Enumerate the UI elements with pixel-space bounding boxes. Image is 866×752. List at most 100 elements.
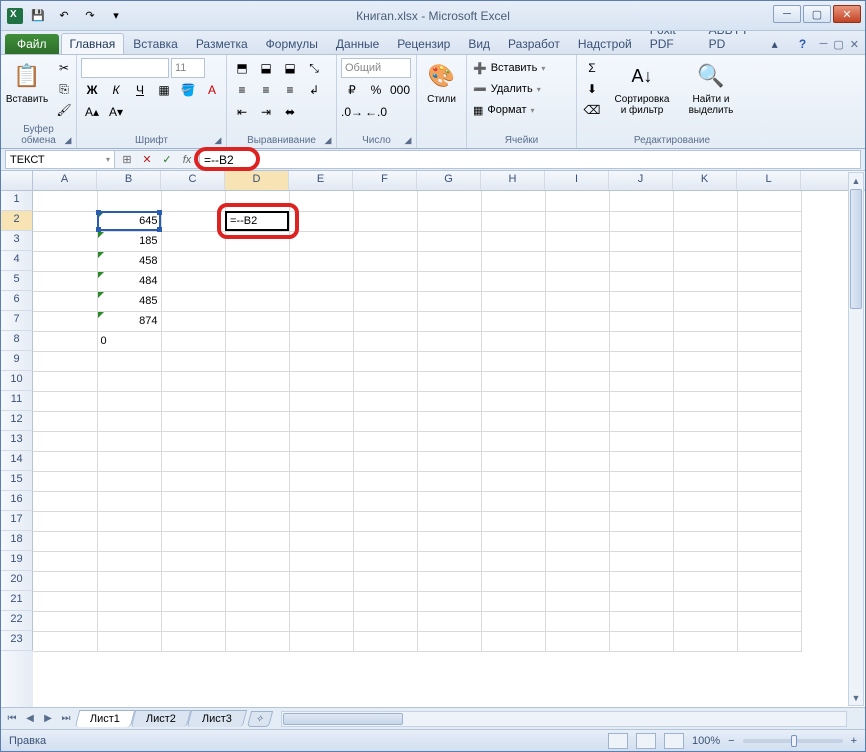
cell[interactable] xyxy=(33,531,97,551)
cell[interactable] xyxy=(161,291,225,311)
cell[interactable] xyxy=(737,271,801,291)
sheet-tab-1[interactable]: Лист1 xyxy=(75,710,136,727)
cell[interactable] xyxy=(97,371,161,391)
cell[interactable] xyxy=(225,331,289,351)
align-right-button[interactable]: ≡ xyxy=(279,80,301,100)
cell[interactable] xyxy=(673,351,737,371)
cell[interactable] xyxy=(225,511,289,531)
cell[interactable] xyxy=(481,391,545,411)
vscroll-up[interactable]: ▲ xyxy=(849,173,863,188)
cell[interactable] xyxy=(161,371,225,391)
bold-button[interactable]: Ж xyxy=(81,80,103,100)
font-dialog-launcher[interactable]: ◢ xyxy=(212,134,224,146)
underline-button[interactable]: Ч xyxy=(129,80,151,100)
tab-insert[interactable]: Вставка xyxy=(124,33,187,54)
doc-close-icon[interactable]: ✕ xyxy=(850,38,859,51)
cell[interactable] xyxy=(225,531,289,551)
row-header-7[interactable]: 7 xyxy=(1,311,33,331)
cell[interactable] xyxy=(417,211,481,231)
cell[interactable] xyxy=(33,571,97,591)
cell[interactable] xyxy=(737,471,801,491)
cell[interactable] xyxy=(353,611,417,631)
row-header-10[interactable]: 10 xyxy=(1,371,33,391)
col-header-h[interactable]: H xyxy=(481,171,545,190)
cell[interactable] xyxy=(673,311,737,331)
cell[interactable] xyxy=(737,431,801,451)
cell[interactable] xyxy=(289,291,353,311)
cell[interactable] xyxy=(161,251,225,271)
col-header-j[interactable]: J xyxy=(609,171,673,190)
cell[interactable] xyxy=(225,371,289,391)
cell[interactable] xyxy=(225,251,289,271)
increase-font-button[interactable]: A▴ xyxy=(81,102,103,122)
sheet-nav-prev[interactable]: ◀ xyxy=(21,710,39,728)
cell[interactable] xyxy=(289,191,353,211)
cell[interactable] xyxy=(33,231,97,251)
row-header-15[interactable]: 15 xyxy=(1,471,33,491)
cells-area[interactable]: 6451854584844858740 =--B2 xyxy=(33,191,865,707)
cell[interactable] xyxy=(417,471,481,491)
cell[interactable] xyxy=(673,291,737,311)
cell[interactable] xyxy=(161,611,225,631)
cell[interactable] xyxy=(673,271,737,291)
cell[interactable] xyxy=(33,271,97,291)
align-center-button[interactable]: ≡ xyxy=(255,80,277,100)
tab-addins[interactable]: Надстрой xyxy=(569,33,641,54)
name-box[interactable]: ТЕКСТ ▾ xyxy=(5,150,115,169)
row-header-20[interactable]: 20 xyxy=(1,571,33,591)
cell[interactable] xyxy=(481,491,545,511)
cell[interactable] xyxy=(481,611,545,631)
col-header-l[interactable]: L xyxy=(737,171,801,190)
format-painter-button[interactable]: 🖌 xyxy=(53,100,75,120)
cell[interactable] xyxy=(737,611,801,631)
cell[interactable] xyxy=(225,631,289,651)
currency-button[interactable]: ₽ xyxy=(341,80,363,100)
vscroll-thumb[interactable] xyxy=(850,189,862,309)
cell[interactable] xyxy=(225,471,289,491)
col-header-f[interactable]: F xyxy=(353,171,417,190)
increase-indent-button[interactable]: ⇥ xyxy=(255,102,277,122)
cell[interactable] xyxy=(353,631,417,651)
cell[interactable] xyxy=(545,611,609,631)
cell[interactable] xyxy=(609,271,673,291)
cell[interactable] xyxy=(545,331,609,351)
cell[interactable] xyxy=(97,411,161,431)
col-header-a[interactable]: A xyxy=(33,171,97,190)
cell[interactable] xyxy=(673,431,737,451)
row-header-1[interactable]: 1 xyxy=(1,191,33,211)
cell[interactable] xyxy=(737,451,801,471)
row-header-11[interactable]: 11 xyxy=(1,391,33,411)
cell[interactable] xyxy=(33,451,97,471)
cell[interactable] xyxy=(97,531,161,551)
doc-max-icon[interactable]: ▢ xyxy=(833,38,843,51)
cell[interactable] xyxy=(289,351,353,371)
enter-formula-button[interactable]: ✓ xyxy=(158,152,176,168)
row-header-16[interactable]: 16 xyxy=(1,491,33,511)
row-header-22[interactable]: 22 xyxy=(1,611,33,631)
range-select-icon[interactable]: ⊞ xyxy=(118,152,136,168)
name-box-dropdown-icon[interactable]: ▾ xyxy=(106,155,110,164)
sheet-nav-first[interactable]: ⏮ xyxy=(3,710,21,728)
cell[interactable] xyxy=(609,531,673,551)
cell[interactable] xyxy=(289,551,353,571)
cell[interactable] xyxy=(609,211,673,231)
cell[interactable] xyxy=(673,611,737,631)
cell[interactable] xyxy=(545,531,609,551)
cell[interactable] xyxy=(545,571,609,591)
cell[interactable] xyxy=(225,271,289,291)
decrease-decimal-button[interactable]: ←.0 xyxy=(365,102,387,122)
cell[interactable] xyxy=(737,331,801,351)
cell[interactable] xyxy=(161,331,225,351)
cell[interactable] xyxy=(161,451,225,471)
cell[interactable] xyxy=(673,491,737,511)
cell[interactable] xyxy=(609,391,673,411)
qat-redo-button[interactable]: ↷ xyxy=(79,5,101,27)
decrease-indent-button[interactable]: ⇤ xyxy=(231,102,253,122)
cell[interactable] xyxy=(481,431,545,451)
cell[interactable] xyxy=(609,591,673,611)
cell[interactable] xyxy=(97,631,161,651)
cell[interactable] xyxy=(737,251,801,271)
help-button[interactable]: ? xyxy=(792,34,814,54)
cell[interactable] xyxy=(609,371,673,391)
cell[interactable] xyxy=(481,331,545,351)
